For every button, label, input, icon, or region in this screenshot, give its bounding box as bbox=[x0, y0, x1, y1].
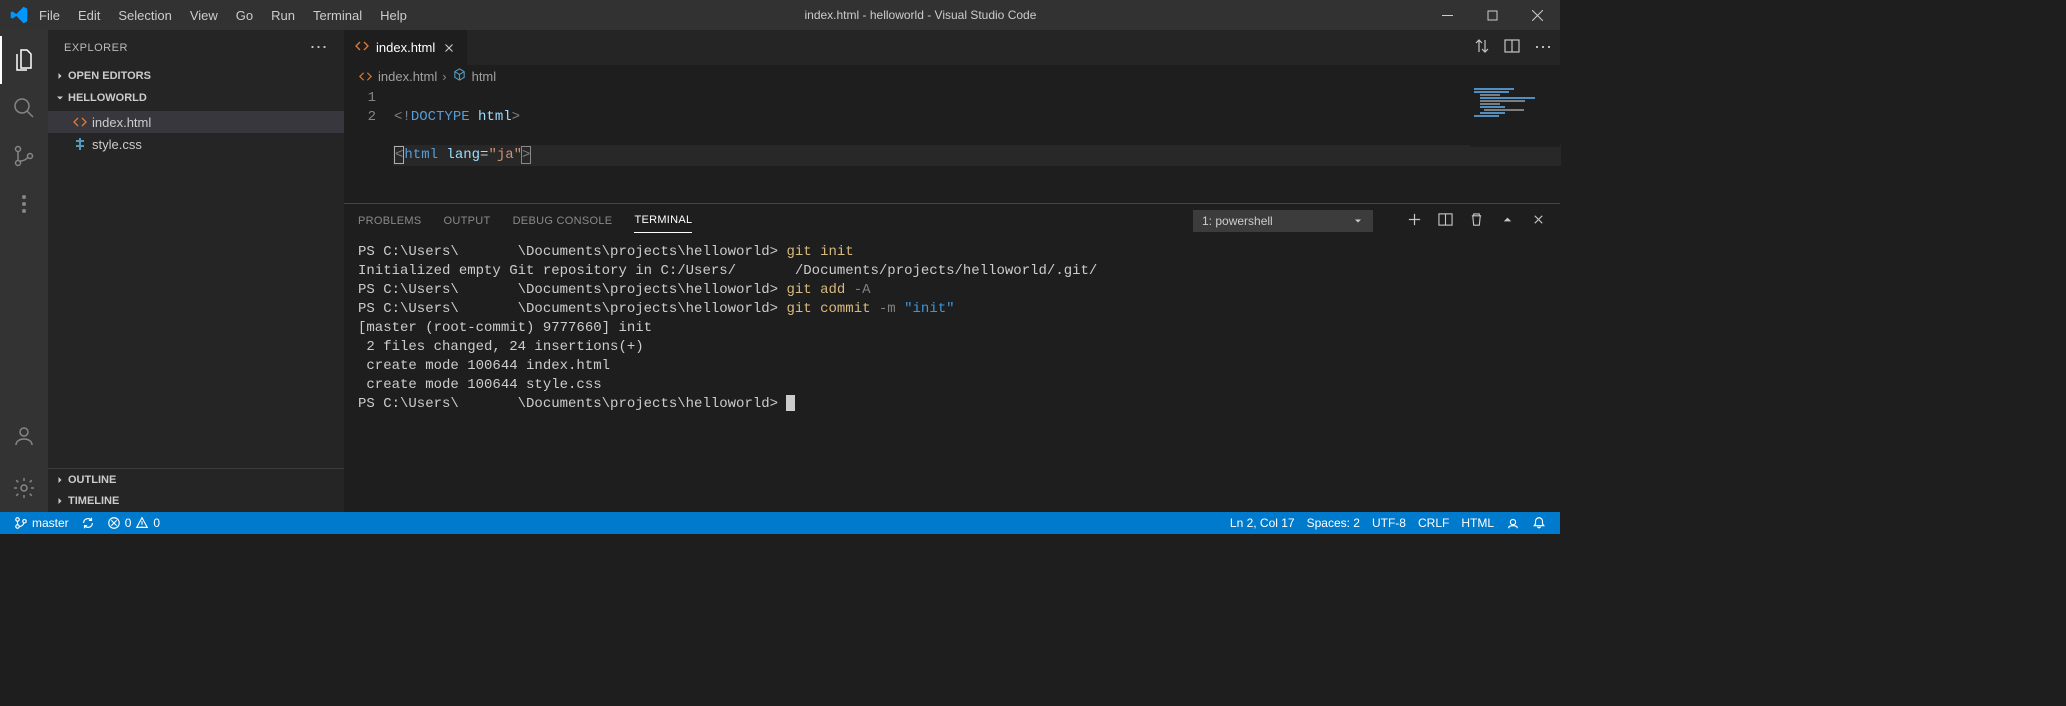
menu-selection[interactable]: Selection bbox=[109, 0, 180, 30]
maximize-panel-icon[interactable] bbox=[1500, 212, 1515, 230]
code-editor[interactable]: 1 2 <!DOCTYPE html> <html lang="ja"> bbox=[344, 87, 1560, 203]
open-editors-section[interactable]: OPEN EDITORS bbox=[48, 65, 344, 87]
status-sync[interactable] bbox=[75, 512, 101, 534]
activity-explorer[interactable] bbox=[0, 36, 48, 84]
html-file-icon bbox=[72, 114, 92, 130]
gutter: 1 2 bbox=[344, 87, 394, 203]
more-actions-icon[interactable]: ⋯ bbox=[1534, 37, 1552, 58]
status-bar: master 0 0 Ln 2, Col 17 Spaces: 2 UTF-8 … bbox=[0, 512, 1560, 534]
menu-go[interactable]: Go bbox=[227, 0, 262, 30]
close-button[interactable] bbox=[1515, 0, 1560, 30]
status-feedback-icon[interactable] bbox=[1500, 512, 1526, 534]
menu-terminal[interactable]: Terminal bbox=[304, 0, 371, 30]
file-item-style-css[interactable]: style.css bbox=[48, 133, 344, 155]
panel-tab-terminal[interactable]: TERMINAL bbox=[634, 208, 692, 233]
status-language[interactable]: HTML bbox=[1455, 512, 1500, 534]
panel-tab-problems[interactable]: PROBLEMS bbox=[358, 209, 422, 233]
menu-help[interactable]: Help bbox=[371, 0, 416, 30]
menu-run[interactable]: Run bbox=[262, 0, 304, 30]
editor-group: index.html ⋯ index.html › html bbox=[344, 30, 1560, 512]
activity-accounts[interactable] bbox=[0, 412, 48, 460]
title-bar: File Edit Selection View Go Run Terminal… bbox=[0, 0, 1560, 30]
chevron-right-icon: › bbox=[442, 69, 446, 84]
html-file-icon bbox=[358, 69, 373, 84]
activity-settings[interactable] bbox=[0, 464, 48, 512]
tab-index-html[interactable]: index.html bbox=[344, 30, 468, 65]
terminal-selector[interactable]: 1: powershell bbox=[1193, 210, 1373, 232]
compare-changes-icon[interactable] bbox=[1474, 38, 1490, 57]
menu-view[interactable]: View bbox=[181, 0, 227, 30]
split-terminal-icon[interactable] bbox=[1438, 212, 1453, 230]
status-indent[interactable]: Spaces: 2 bbox=[1301, 512, 1366, 534]
menu-file[interactable]: File bbox=[30, 0, 69, 30]
chevron-down-icon bbox=[52, 92, 68, 104]
close-panel-icon[interactable] bbox=[1531, 212, 1546, 230]
menu-bar: File Edit Selection View Go Run Terminal… bbox=[30, 0, 416, 30]
css-file-icon bbox=[72, 136, 92, 152]
symbol-icon bbox=[452, 67, 467, 85]
minimap[interactable] bbox=[1470, 87, 1560, 147]
maximize-button[interactable] bbox=[1470, 0, 1515, 30]
activity-search[interactable] bbox=[0, 84, 48, 132]
minimize-button[interactable] bbox=[1425, 0, 1470, 30]
breadcrumb[interactable]: index.html › html bbox=[344, 65, 1560, 87]
new-terminal-icon[interactable] bbox=[1407, 212, 1422, 230]
panel: PROBLEMS OUTPUT DEBUG CONSOLE TERMINAL 1… bbox=[344, 203, 1560, 512]
panel-tab-debug-console[interactable]: DEBUG CONSOLE bbox=[513, 209, 613, 233]
window-title: index.html - helloworld - Visual Studio … bbox=[804, 8, 1036, 22]
chevron-right-icon bbox=[52, 474, 68, 486]
outline-section[interactable]: OUTLINE bbox=[48, 468, 344, 490]
status-notifications-icon[interactable] bbox=[1526, 512, 1552, 534]
kill-terminal-icon[interactable] bbox=[1469, 212, 1484, 230]
activity-source-control[interactable] bbox=[0, 132, 48, 180]
activity-bar bbox=[0, 30, 48, 512]
activity-run-debug[interactable] bbox=[0, 180, 48, 228]
folder-section[interactable]: HELLOWORLD bbox=[48, 87, 344, 109]
file-item-index-html[interactable]: index.html bbox=[48, 111, 344, 133]
vscode-logo-icon bbox=[8, 4, 30, 26]
menu-edit[interactable]: Edit bbox=[69, 0, 109, 30]
timeline-section[interactable]: TIMELINE bbox=[48, 490, 344, 512]
status-eol[interactable]: CRLF bbox=[1412, 512, 1455, 534]
panel-tab-output[interactable]: OUTPUT bbox=[444, 209, 491, 233]
status-problems[interactable]: 0 0 bbox=[101, 512, 166, 534]
terminal[interactable]: PS C:\Users\ \Documents\projects\hellowo… bbox=[344, 237, 1560, 512]
sidebar-title: EXPLORER bbox=[64, 42, 310, 54]
sidebar: EXPLORER ⋯ OPEN EDITORS HELLOWORLD index… bbox=[48, 30, 344, 512]
tab-bar: index.html ⋯ bbox=[344, 30, 1560, 65]
status-encoding[interactable]: UTF-8 bbox=[1366, 512, 1412, 534]
html-file-icon bbox=[354, 38, 370, 57]
split-editor-icon[interactable] bbox=[1504, 38, 1520, 57]
chevron-right-icon bbox=[52, 495, 68, 507]
chevron-right-icon bbox=[52, 70, 68, 82]
status-branch[interactable]: master bbox=[8, 512, 75, 534]
sidebar-more-icon[interactable]: ⋯ bbox=[310, 37, 329, 58]
status-position[interactable]: Ln 2, Col 17 bbox=[1224, 512, 1301, 534]
tab-close-icon[interactable] bbox=[441, 41, 457, 55]
